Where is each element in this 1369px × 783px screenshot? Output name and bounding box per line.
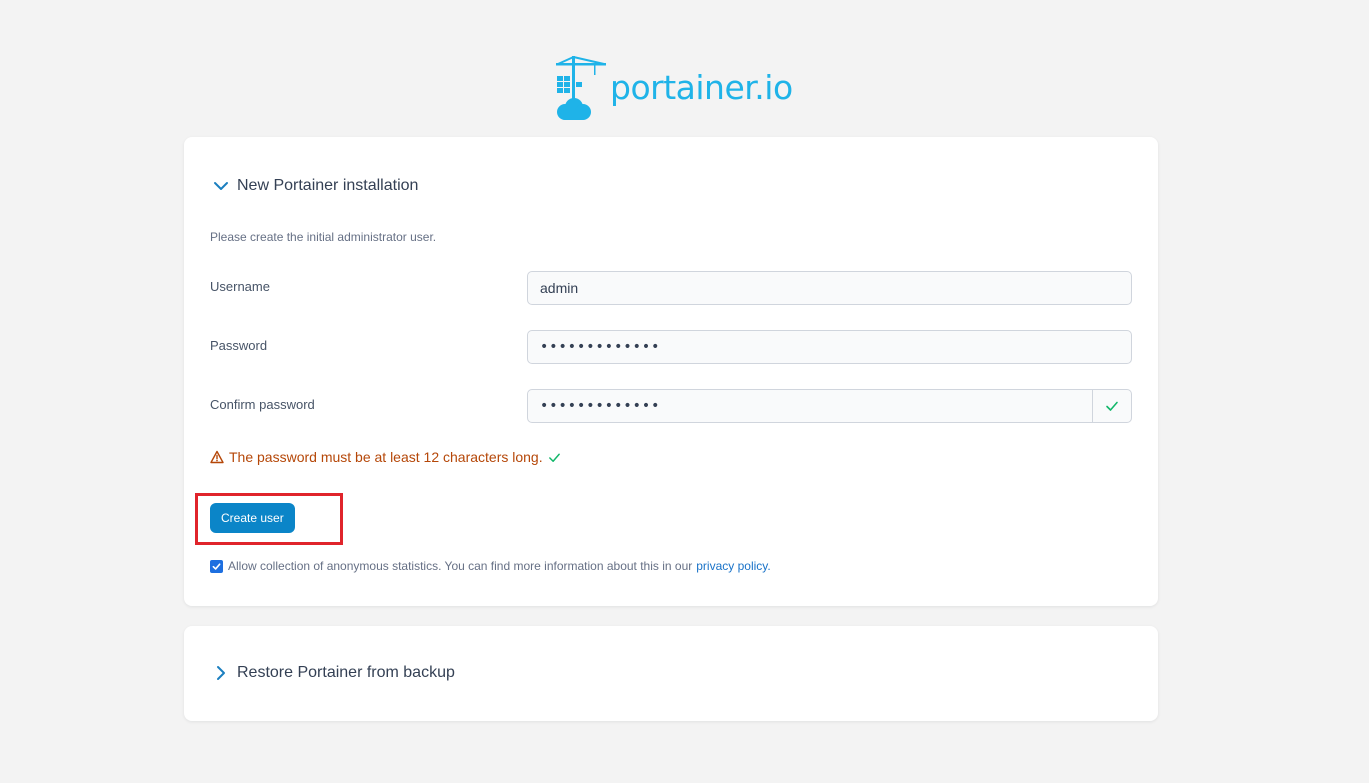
statistics-consent: Allow collection of anonymous statistics…: [210, 559, 771, 573]
intro-text: Please create the initial administrator …: [210, 230, 437, 244]
privacy-policy-link[interactable]: privacy policy.: [696, 559, 770, 573]
username-input[interactable]: [527, 271, 1132, 305]
new-installation-toggle[interactable]: New Portainer installation: [210, 175, 418, 197]
warning-text: The password must be at least 12 charact…: [229, 449, 543, 465]
checkmark-icon: [212, 562, 221, 570]
restore-backup-toggle[interactable]: Restore Portainer from backup: [210, 662, 455, 684]
portainer-crane-icon: [556, 56, 606, 120]
password-row: Password: [210, 330, 1132, 364]
password-length-warning: The password must be at least 12 charact…: [210, 449, 561, 465]
confirm-password-group: [527, 389, 1132, 423]
page: portainer.io New Portainer installation …: [0, 0, 1369, 783]
section-title: New Portainer installation: [237, 177, 419, 194]
password-label: Password: [210, 338, 268, 353]
confirm-password-label: Confirm password: [210, 397, 315, 412]
check-icon: [1106, 401, 1118, 411]
warning-triangle-icon: [210, 450, 224, 464]
logo-text: portainer.io: [610, 67, 793, 107]
confirm-password-input[interactable]: [527, 389, 1093, 423]
new-installation-card: New Portainer installation Please create…: [184, 137, 1158, 606]
username-label: Username: [210, 279, 270, 294]
create-user-button[interactable]: Create user: [210, 503, 295, 533]
chevron-right-icon: [217, 666, 225, 680]
restore-backup-card: Restore Portainer from backup: [184, 626, 1158, 721]
confirm-password-row: Confirm password: [210, 389, 1132, 423]
portainer-logo: portainer.io: [554, 54, 793, 124]
statistics-checkbox[interactable]: [210, 559, 223, 573]
check-icon: [548, 453, 560, 462]
chevron-down-icon: [214, 182, 228, 190]
username-row: Username: [210, 271, 1132, 305]
consent-text: Allow collection of anonymous statistics…: [228, 559, 693, 573]
password-input[interactable]: [527, 330, 1132, 364]
section-title: Restore Portainer from backup: [237, 664, 455, 681]
confirm-valid-addon: [1093, 389, 1132, 423]
